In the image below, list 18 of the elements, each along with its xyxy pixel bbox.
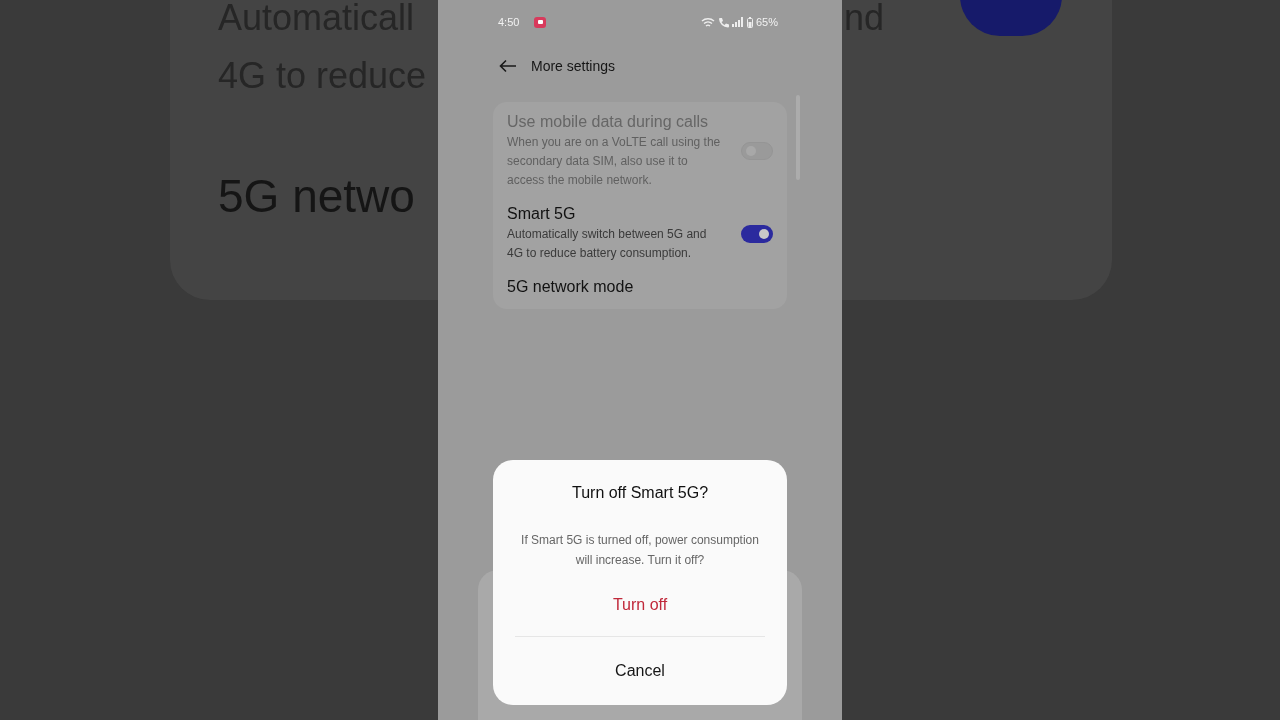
dialog-message: If Smart 5G is turned off, power consumption will increase. Turn it off? [520, 532, 760, 569]
cancel-button[interactable]: Cancel [605, 656, 675, 686]
setting-description: Automatically switch between 5G and 4G to reduce battery consumption. [507, 226, 708, 262]
signal-icon [731, 17, 744, 27]
setting-description: When you are on a VoLTE call using the secondary data SIM, also use it to access the mobile network. [507, 134, 722, 189]
setting-title[interactable]: 5G network mode [507, 277, 773, 297]
battery-level: 65% [755, 16, 778, 28]
status-time: 4:50 [498, 16, 520, 28]
back-icon[interactable] [499, 59, 517, 73]
recording-icon [534, 16, 547, 28]
call-icon [717, 16, 729, 28]
turn-off-button[interactable]: Turn off [602, 590, 678, 620]
toggle-switch[interactable] [741, 224, 773, 243]
battery-icon [746, 16, 753, 28]
wifi-icon [700, 16, 715, 28]
setting-title[interactable]: Smart 5G [507, 204, 731, 224]
page-title: More settings [531, 58, 616, 74]
dialog-title: Turn off Smart 5G? [571, 484, 709, 502]
